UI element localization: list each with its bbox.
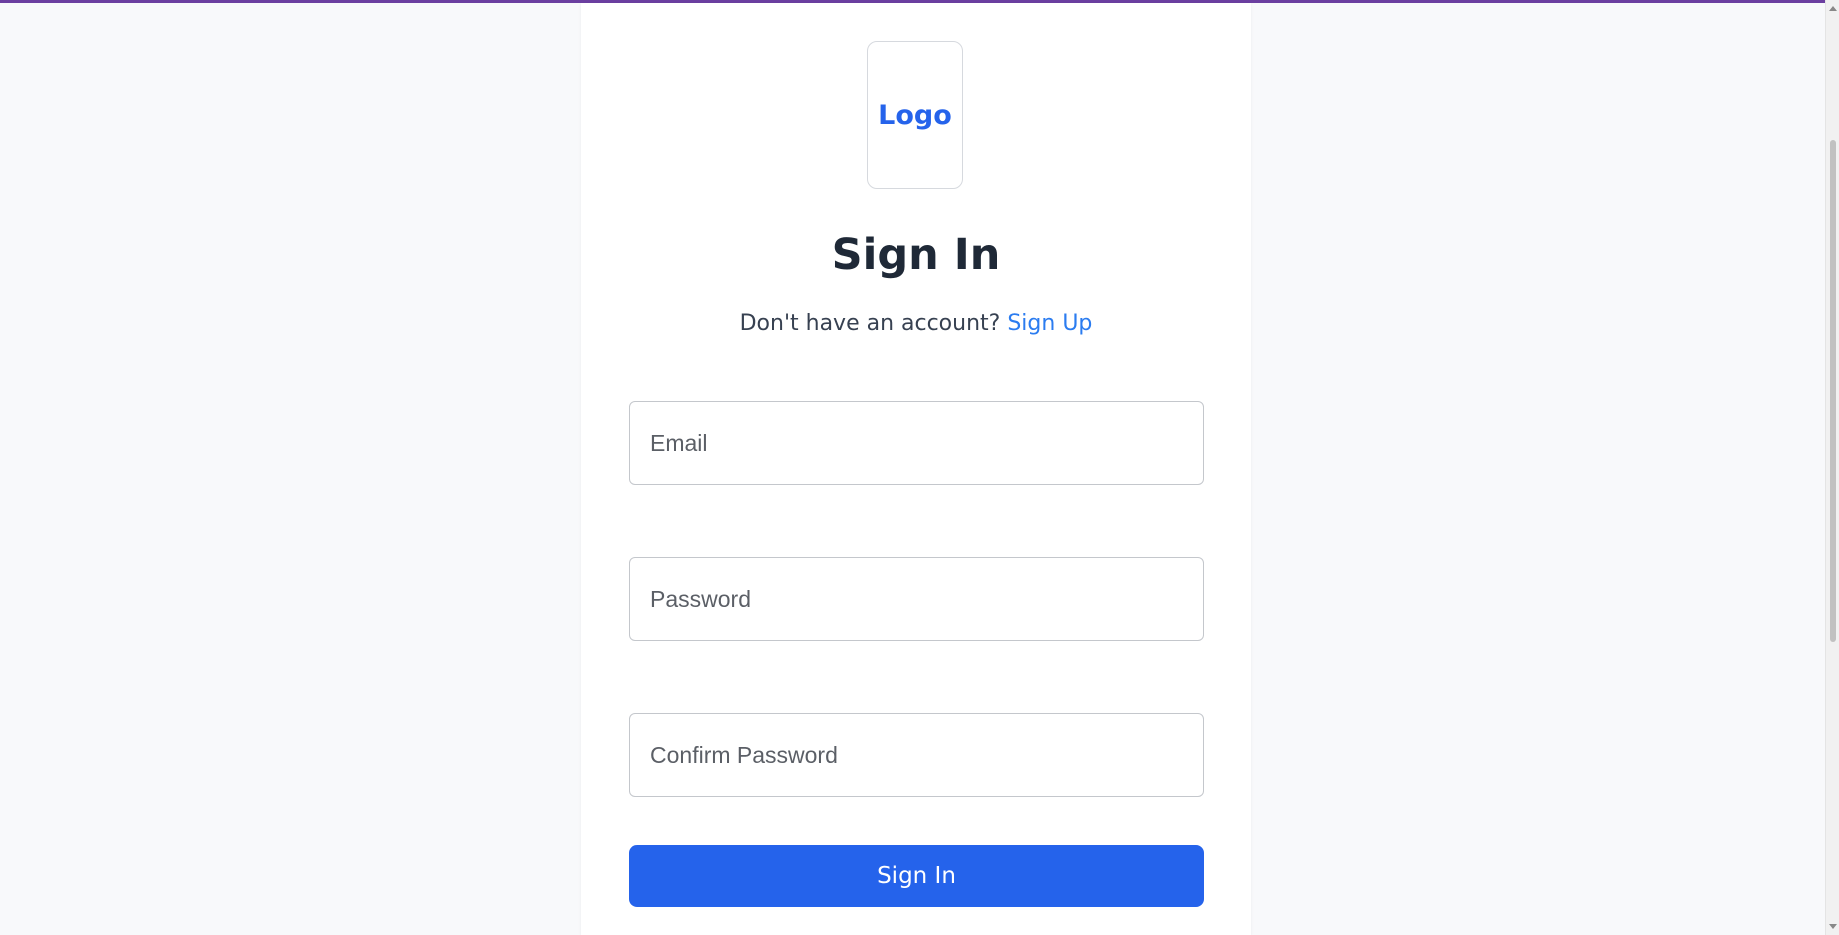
sign-in-button[interactable]: Sign In xyxy=(629,845,1204,907)
sign-up-link[interactable]: Sign Up xyxy=(1007,311,1092,336)
scrollbar-thumb[interactable] xyxy=(1830,140,1836,642)
email-field[interactable] xyxy=(629,401,1204,485)
signup-prompt-text: Don't have an account? xyxy=(739,311,1001,336)
password-field[interactable] xyxy=(629,557,1204,641)
signup-prompt: Don't have an account? Sign Up xyxy=(581,309,1251,339)
logo-text: Logo xyxy=(878,99,952,131)
scroll-down-icon[interactable] xyxy=(1829,924,1837,929)
logo: Logo xyxy=(867,41,963,189)
confirm-password-field[interactable] xyxy=(629,713,1204,797)
page-title: Sign In xyxy=(831,230,1001,280)
vertical-scrollbar[interactable] xyxy=(1825,0,1839,935)
sign-in-card: Logo Sign In Don't have an account? Sign… xyxy=(581,3,1251,935)
scroll-up-icon[interactable] xyxy=(1829,6,1837,11)
